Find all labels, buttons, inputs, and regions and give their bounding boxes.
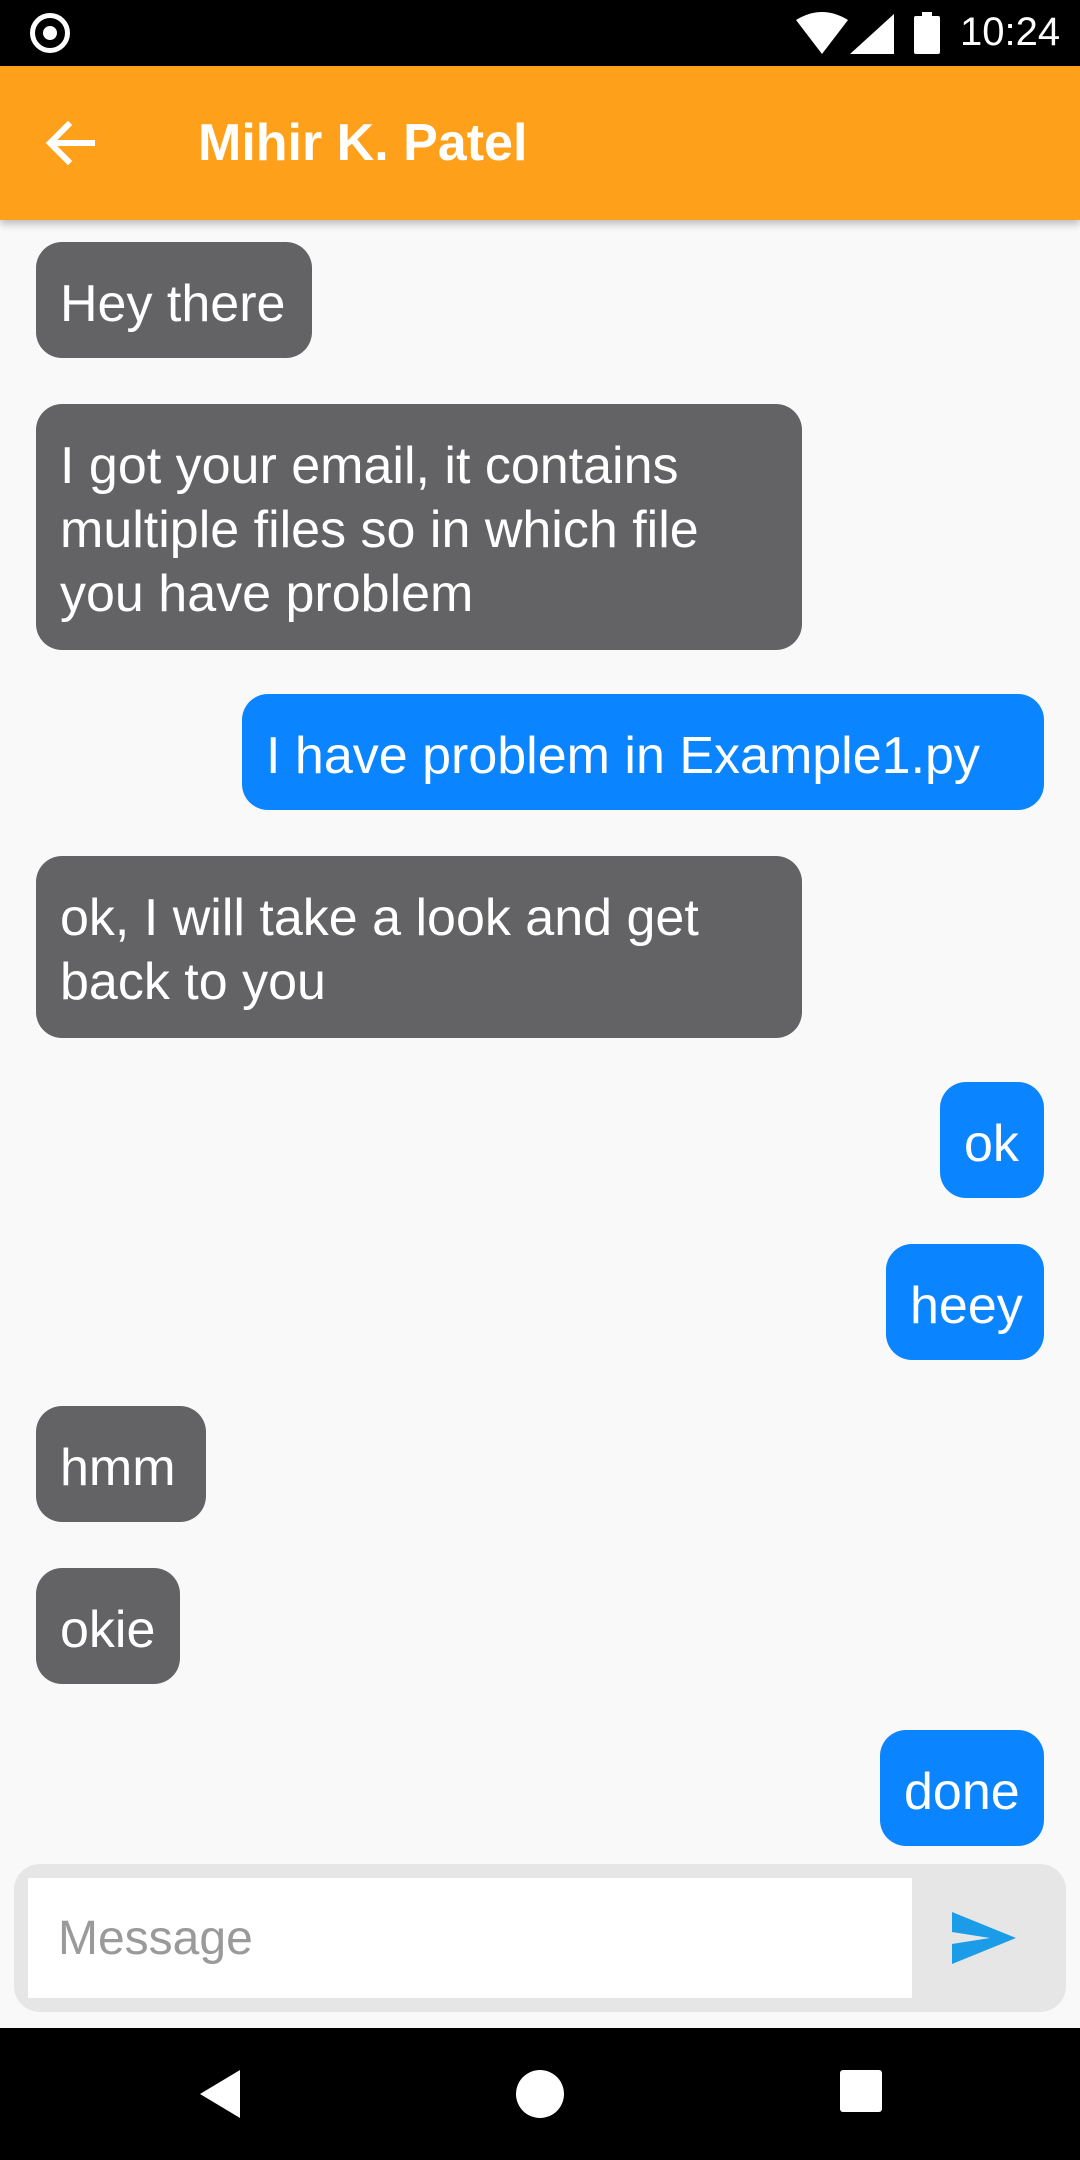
message-bubble-outgoing: heey <box>886 1244 1044 1360</box>
message-bubble-incoming: okie <box>36 1568 180 1684</box>
message-bubble-outgoing: done <box>880 1730 1044 1846</box>
back-triangle-icon[interactable] <box>196 2068 244 2120</box>
message-list[interactable]: Hey there I got your email, it contains … <box>0 220 1080 1860</box>
message-bubble-incoming: ok, I will take a look and get back to y… <box>36 856 802 1038</box>
status-bar: 10:24 <box>0 0 1080 66</box>
message-bubble-incoming: Hey there <box>36 242 312 358</box>
arrow-left-icon[interactable] <box>40 113 100 173</box>
home-circle-icon[interactable] <box>514 2068 566 2120</box>
message-bubble-outgoing: I have problem in Example1.py <box>242 694 1044 810</box>
battery-icon <box>914 12 940 54</box>
signal-icon <box>850 14 894 54</box>
wifi-icon <box>796 12 848 54</box>
status-time: 10:24 <box>960 10 1061 54</box>
message-input[interactable] <box>28 1878 912 1998</box>
message-bubble-incoming: hmm <box>36 1406 206 1522</box>
message-input-container <box>28 1878 912 1998</box>
recents-square-icon[interactable] <box>838 2068 884 2114</box>
send-icon[interactable] <box>944 1898 1024 1978</box>
camera-icon <box>30 13 70 53</box>
app-bar: Mihir K. Patel <box>0 66 1080 220</box>
message-bubble-incoming: I got your email, it contains multiple f… <box>36 404 802 650</box>
message-bubble-outgoing: ok <box>940 1082 1044 1198</box>
navigation-bar <box>0 2028 1080 2160</box>
conversation-title: Mihir K. Patel <box>198 114 528 172</box>
composer-bar <box>14 1864 1066 2012</box>
